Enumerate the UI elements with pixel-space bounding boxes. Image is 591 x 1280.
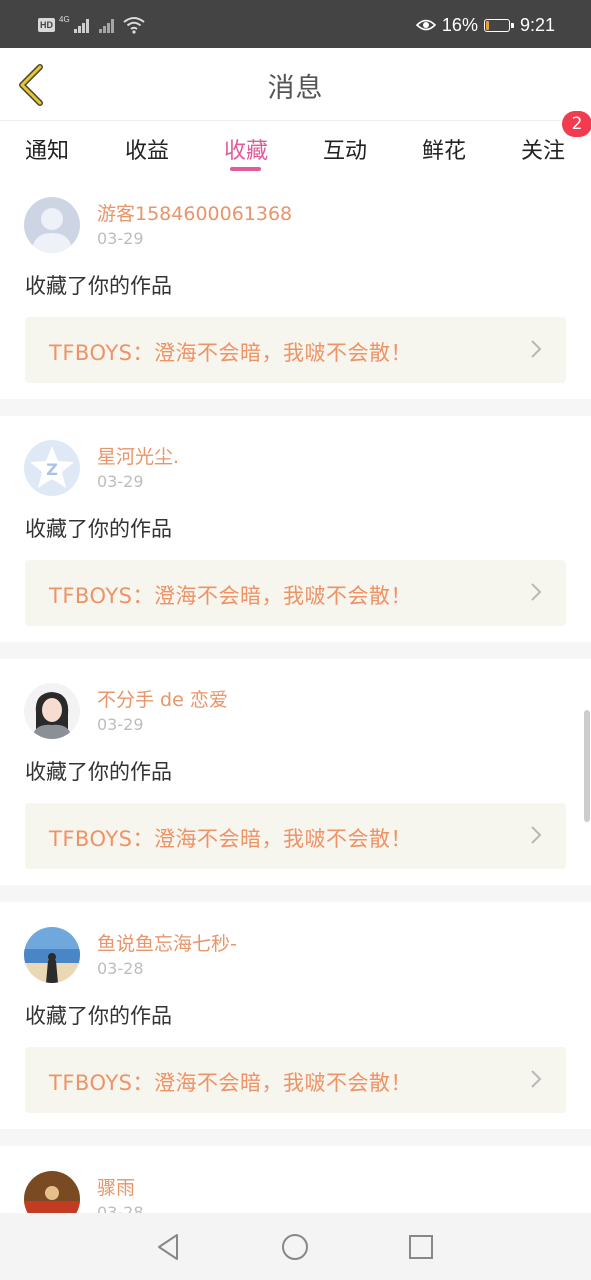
clock: 9:21: [519, 14, 555, 35]
avatar[interactable]: [24, 1171, 80, 1213]
page-title: 消息: [267, 73, 324, 104]
tab-favorites[interactable]: 收藏: [211, 133, 281, 165]
work-title: TFBOYS：澄海不会暗，我啵不会散！: [49, 827, 412, 851]
status-bar: HD 4G 16% 9:21: [0, 0, 591, 48]
status-left: HD 4G: [38, 14, 145, 36]
home-circle-icon[interactable]: [279, 1231, 311, 1263]
work-title: TFBOYS：澄海不会暗，我啵不会散！: [49, 584, 412, 608]
user-name[interactable]: 不分手 de 恋爱: [97, 685, 228, 712]
divider: [0, 399, 591, 416]
chevron-right-icon: [531, 826, 542, 844]
girl-photo-avatar: [24, 683, 80, 739]
tab-interactions[interactable]: 互动: [310, 133, 380, 165]
svg-text:Z: Z: [46, 460, 58, 479]
photo-avatar: [24, 1171, 80, 1213]
tab-bar: 通知 收益 收藏 互动 鲜花 关注 2: [0, 111, 591, 179]
action-text: 收藏了你的作品: [25, 760, 172, 784]
chevron-right-icon: [531, 340, 542, 358]
message-date: 03-29: [97, 229, 144, 248]
system-nav-bar: [0, 1213, 591, 1280]
app-header: 消息: [0, 48, 591, 121]
avatar[interactable]: [24, 683, 80, 739]
back-triangle-icon[interactable]: [153, 1231, 185, 1263]
message-date: 03-28: [97, 959, 144, 978]
follows-badge: 2: [562, 111, 591, 137]
work-link[interactable]: TFBOYS：澄海不会暗，我啵不会散！: [25, 803, 566, 869]
network-type: 4G: [59, 14, 70, 24]
battery-icon: [483, 18, 514, 32]
avatar[interactable]: [24, 197, 80, 253]
action-text: 收藏了你的作品: [25, 274, 172, 298]
battery-percent: 16%: [441, 14, 478, 35]
list-item: 骤雨 03-28: [0, 1155, 591, 1213]
qq-star-avatar: Z: [24, 440, 80, 496]
list-item: 游客1584600061368 03-29 收藏了你的作品 TFBOYS：澄海不…: [0, 181, 591, 407]
message-date: 03-28: [97, 1203, 144, 1213]
divider: [0, 885, 591, 902]
wifi-icon: [123, 17, 145, 34]
chevron-right-icon: [531, 1070, 542, 1088]
beach-photo-avatar: [24, 927, 80, 983]
status-right: 16% 9:21: [415, 12, 555, 38]
user-name[interactable]: 骤雨: [97, 1173, 135, 1200]
default-user-avatar: [24, 197, 80, 253]
divider: [0, 1129, 591, 1146]
avatar[interactable]: Z: [24, 440, 80, 496]
divider: [0, 642, 591, 659]
recents-square-icon[interactable]: [405, 1231, 437, 1263]
signal-icon: [73, 17, 89, 33]
avatar[interactable]: [24, 927, 80, 983]
eye-icon: [415, 19, 436, 31]
list-item: 不分手 de 恋爱 03-29 收藏了你的作品 TFBOYS：澄海不会暗，我啵不…: [0, 667, 591, 893]
user-name[interactable]: 鱼说鱼忘海七秒-: [97, 929, 237, 956]
work-link[interactable]: TFBOYS：澄海不会暗，我啵不会散！: [25, 317, 566, 383]
tab-notifications[interactable]: 通知: [12, 133, 82, 165]
action-text: 收藏了你的作品: [25, 517, 172, 541]
message-date: 03-29: [97, 472, 144, 491]
signal-icon-2: [98, 17, 114, 33]
work-link[interactable]: TFBOYS：澄海不会暗，我啵不会散！: [25, 1047, 566, 1113]
tab-flowers[interactable]: 鲜花: [409, 133, 479, 165]
work-title: TFBOYS：澄海不会暗，我啵不会散！: [49, 341, 412, 365]
user-name[interactable]: 游客1584600061368: [97, 199, 292, 226]
user-name[interactable]: 星河光尘.: [97, 442, 179, 469]
hd-icon: HD: [38, 18, 55, 32]
list-item: 鱼说鱼忘海七秒- 03-28 收藏了你的作品 TFBOYS：澄海不会暗，我啵不会…: [0, 911, 591, 1137]
message-date: 03-29: [97, 715, 144, 734]
work-link[interactable]: TFBOYS：澄海不会暗，我啵不会散！: [25, 560, 566, 626]
active-tab-indicator: [230, 167, 261, 171]
tab-earnings[interactable]: 收益: [112, 133, 182, 165]
chevron-right-icon: [531, 583, 542, 601]
scrollbar[interactable]: [584, 710, 590, 822]
action-text: 收藏了你的作品: [25, 1004, 172, 1028]
list-item: Z 星河光尘. 03-29 收藏了你的作品 TFBOYS：澄海不会暗，我啵不会散…: [0, 424, 591, 650]
work-title: TFBOYS：澄海不会暗，我啵不会散！: [49, 1071, 412, 1095]
tab-follows[interactable]: 关注: [508, 133, 578, 165]
